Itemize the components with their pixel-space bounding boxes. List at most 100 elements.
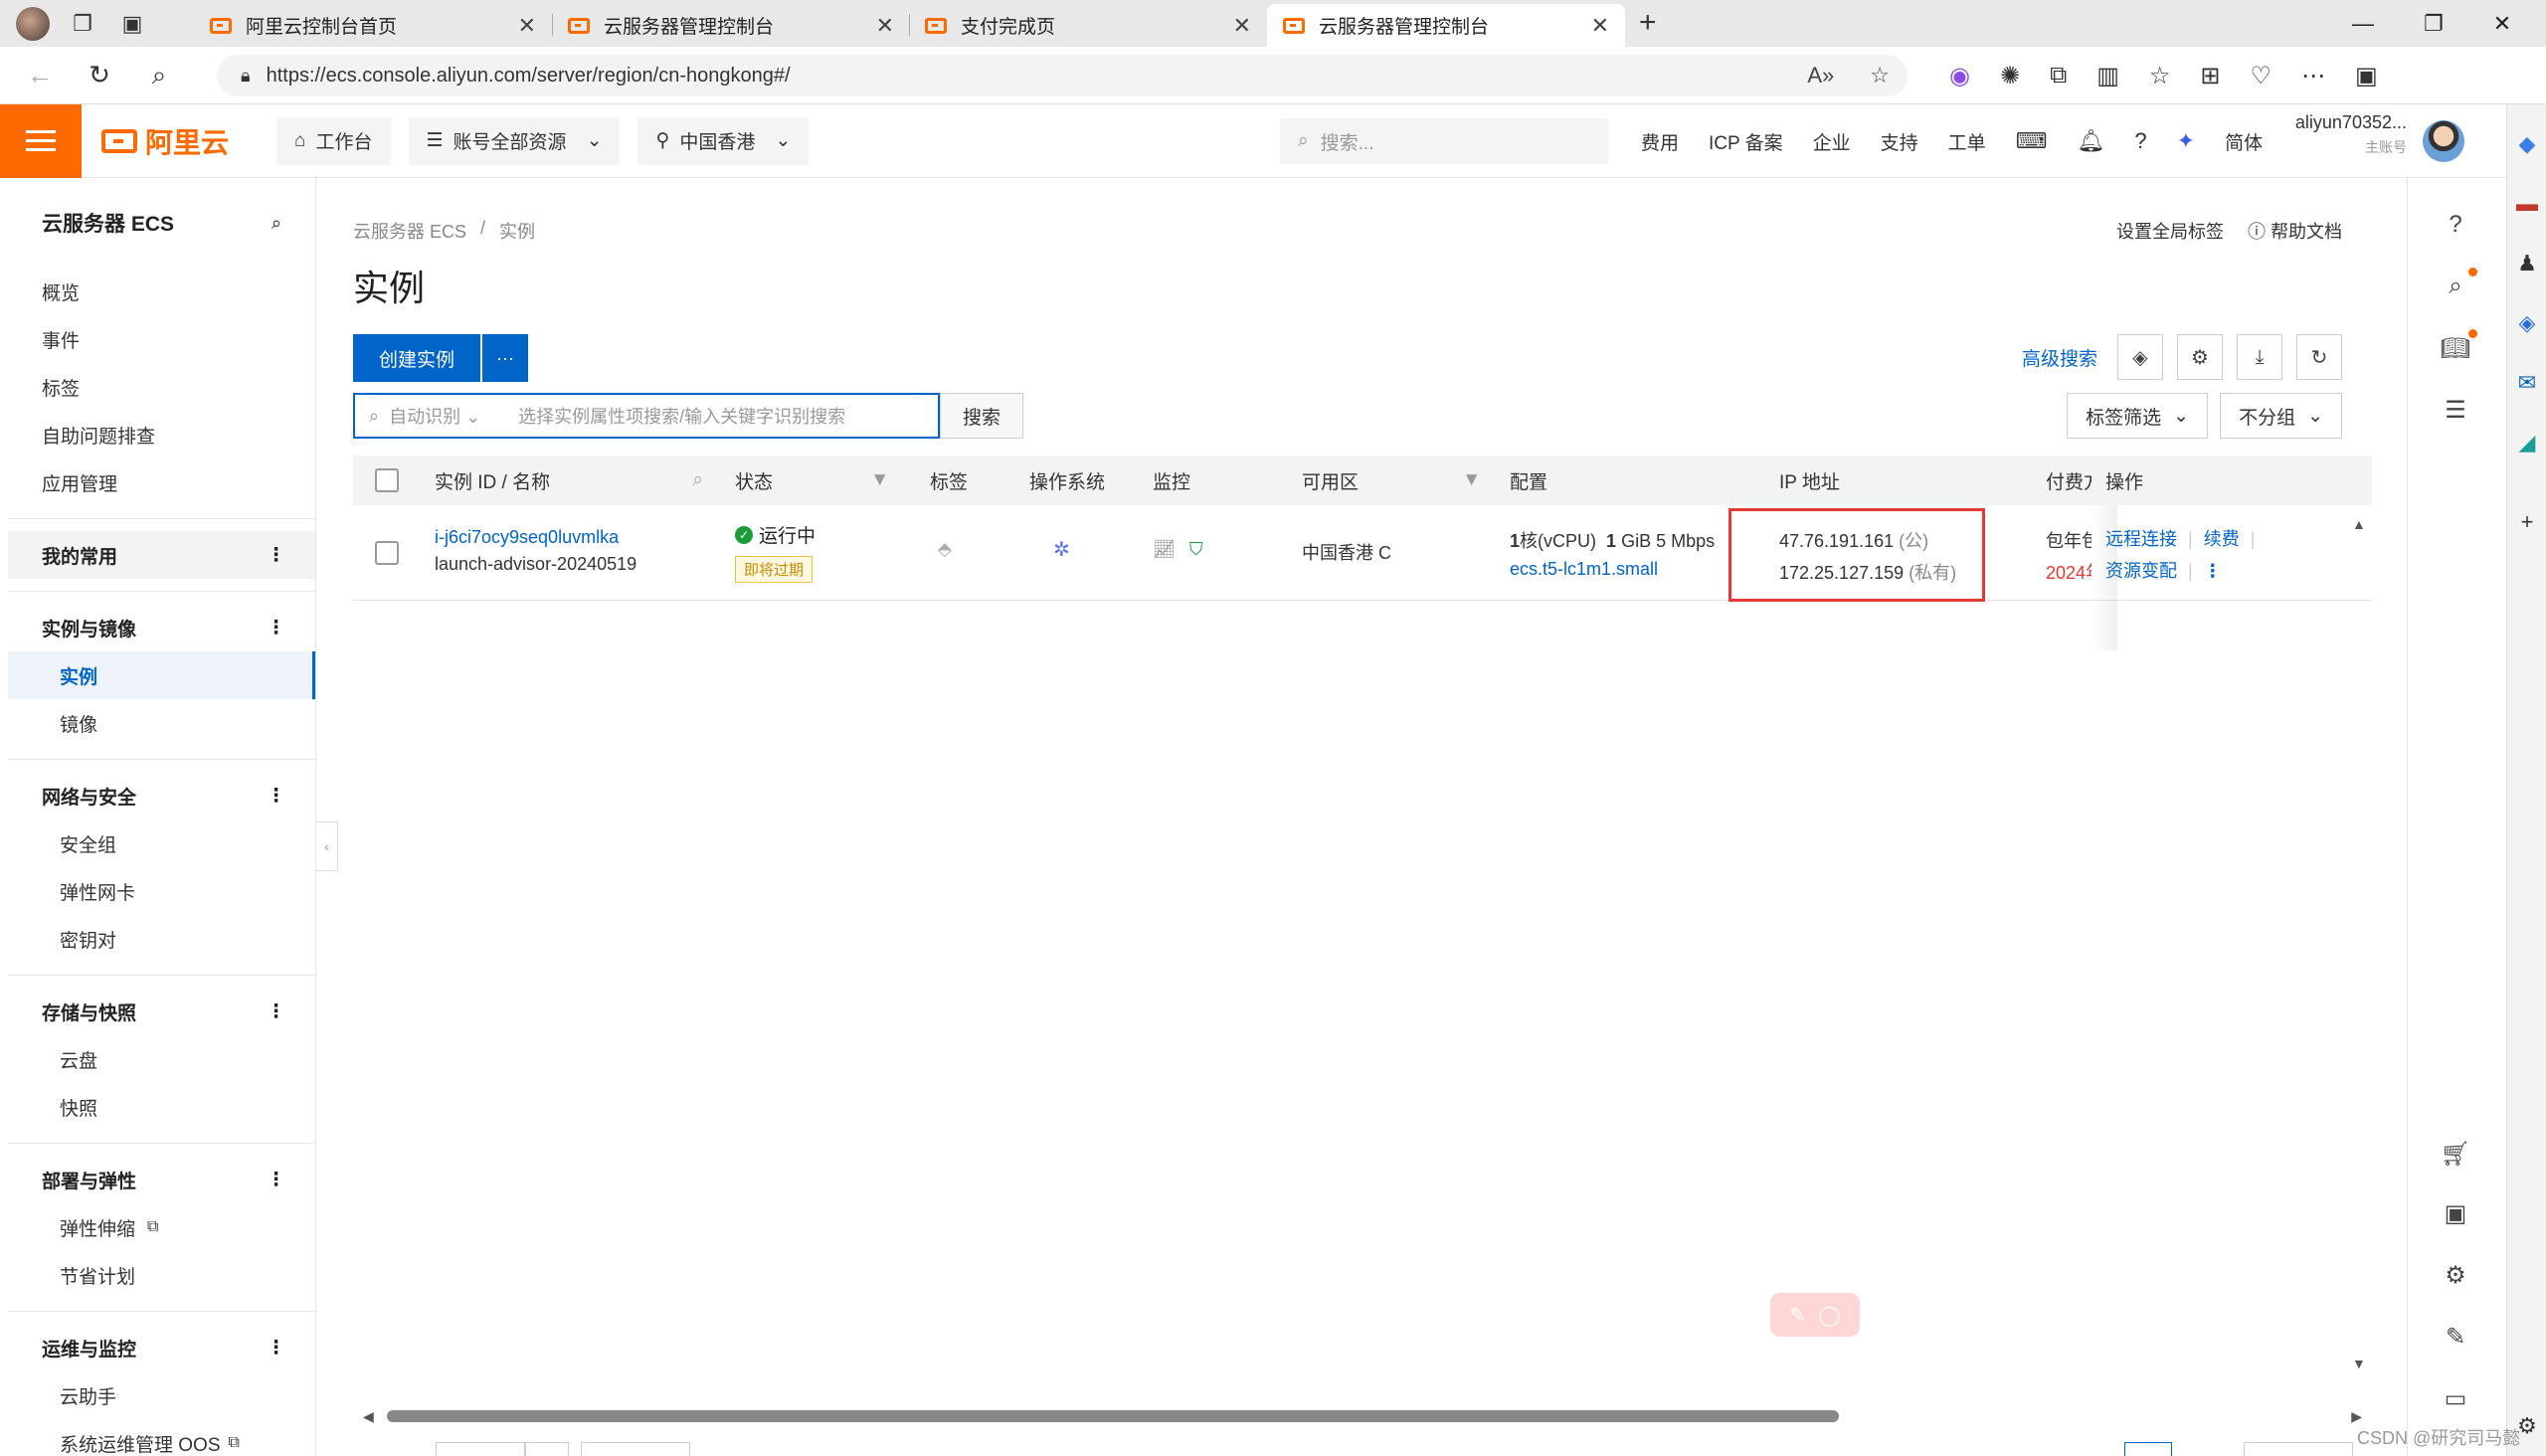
feedback-icon[interactable]: ▭ [2408,1367,2503,1429]
security-shield-icon[interactable]: ⛉ [1189,539,1203,560]
url-field[interactable]: 🔒︎ https://ecs.console.aliyun.com/server… [217,55,1908,96]
sidebar-item-apps[interactable]: 应用管理 [8,458,315,506]
select-all-checkbox[interactable] [375,455,399,505]
browser-tab-1[interactable]: 阿里云控制台首页 ✕ [194,4,552,47]
instance-search-input[interactable]: ⌕ 自动识别 ⌄ 选择实例属性项搜索/输入关键字识别搜索 [353,393,940,439]
scroll-up-arrow-icon[interactable]: ▲ [2352,516,2366,532]
workbench-button[interactable]: ⌂ 工作台 [276,116,391,165]
aliyun-logo[interactable]: 阿里云 [101,121,251,161]
edit-pen-icon[interactable]: ✎ [2408,1306,2503,1367]
sidebar-item-savings-plan[interactable]: 节省计划 [8,1251,315,1299]
tag-icon[interactable]: ⬘ [938,539,952,560]
filter-funnel-icon[interactable]: ▼ [1462,469,1481,491]
user-avatar[interactable] [2423,120,2464,162]
create-instance-button[interactable]: 创建实例 [353,334,481,382]
advanced-search-link[interactable]: 高级搜索 [2022,344,2097,371]
pagination-size[interactable] [436,1442,525,1456]
sidebar-item-instances[interactable]: 实例 [8,651,315,699]
cost-calculator-icon[interactable]: ▣ [2408,1183,2503,1244]
sidebar-search-icon[interactable]: ⌕ [272,213,281,234]
pagination-select[interactable] [525,1442,569,1456]
outlook-icon[interactable]: ✉ [2507,363,2546,403]
extensions-icon[interactable]: ⧉ [2050,62,2067,90]
tag-icon[interactable]: ◆ [2507,124,2546,164]
download-icon[interactable]: ⤓ [2237,334,2282,380]
search-button[interactable]: 搜索 [940,393,1023,439]
sidebar-group-storage-snapshots[interactable]: 存储与快照 ⋮ [8,988,315,1035]
instance-id-link[interactable]: i-j6ci7ocy9seq0luvmlka [435,527,636,548]
sidebar-group-instances-images[interactable]: 实例与镜像 ⋮ [8,604,315,651]
sidebar-collapse-handle[interactable]: ‹ [316,821,338,871]
new-tab-button[interactable]: + [1639,6,1657,40]
sidebar-item-eni[interactable]: 弹性网卡 [8,867,315,915]
sidebar-item-disks[interactable]: 云盘 [8,1035,315,1083]
minimize-icon[interactable]: — [2352,11,2374,37]
copilot-icon[interactable]: ◉ [1949,62,1970,91]
column-search-icon[interactable]: ⌕ [692,469,703,491]
sidebar-item-autoscaling[interactable]: 弹性伸缩 ⧉ [8,1203,315,1251]
split-screen-icon[interactable]: ▥ [2096,62,2119,91]
row-checkbox[interactable] [375,541,399,565]
sidebar-item-oos[interactable]: 系统运维管理 OOS ⧉ [8,1419,315,1456]
sidebar-item-troubleshoot[interactable]: 自助问题排查 [8,411,315,458]
browser-essentials-icon[interactable]: ♡ [2251,62,2273,91]
close-tab-icon[interactable]: ✕ [1233,13,1251,39]
notes-icon[interactable]: ☰ [2408,379,2503,441]
sidebar-item-images[interactable]: 镜像 [8,699,315,747]
renew-link[interactable]: 续费 [2204,529,2240,549]
menu-hamburger-icon[interactable] [0,103,82,178]
extension-openai-icon[interactable]: ✺ [2000,62,2020,91]
favorites-icon[interactable]: ☆ [2149,62,2171,91]
sidebar-group-deploy-elastic[interactable]: 部署与弹性 ⋮ [8,1156,315,1203]
cart-icon[interactable]: 🛒︎ [2408,1123,2503,1184]
sidebar-group-favorites[interactable]: 我的常用 ⋮ [8,531,315,579]
sidebar-item-tags[interactable]: 标签 [8,363,315,411]
sidebar-item-cloud-assistant[interactable]: 云助手 [8,1371,315,1419]
pagination-info[interactable] [581,1442,690,1456]
floating-assistant-widget[interactable]: ✎ ◯ [1770,1293,1860,1337]
favorite-star-icon[interactable]: ☆ [1870,63,1890,89]
nav-link-icp[interactable]: ICP 备案 [1709,128,1783,155]
change-spec-link[interactable]: 资源变配 [2105,561,2177,581]
cloud-shell-icon[interactable]: ⌨ [2016,128,2048,154]
sidebar-item-keypairs[interactable]: 密钥对 [8,915,315,963]
nav-link-fees[interactable]: 费用 [1641,128,1679,155]
more-menu-icon[interactable]: ⋯ [2301,62,2325,91]
read-aloud-icon[interactable]: A» [1807,63,1834,89]
collections-icon[interactable]: ⊞ [2200,62,2220,91]
search-icon[interactable]: ⌕ [2408,256,2503,317]
close-tab-icon[interactable]: ✕ [876,13,894,39]
monitoring-chart-icon[interactable]: 📈︎ [1153,539,1176,560]
breadcrumb-ecs[interactable]: 云服务器 ECS [353,218,466,244]
pagination-jump[interactable] [2244,1442,2353,1456]
group-by-dropdown[interactable]: 不分组 ⌄ [2220,393,2342,439]
tag-filter-dropdown[interactable]: 标签筛选 ⌄ [2067,393,2209,439]
office-icon[interactable]: ◈ [2507,303,2546,343]
kebab-menu-icon[interactable]: ⋮ [267,1337,285,1360]
scroll-down-arrow-icon[interactable]: ▼ [2352,1356,2366,1371]
sidebar-group-ops-monitoring[interactable]: 运维与监控 ⋮ [8,1324,315,1371]
nav-link-support[interactable]: 支持 [1881,128,1918,155]
sidebar-group-network-security[interactable]: 网络与安全 ⋮ [8,772,315,819]
notification-bell-icon[interactable]: 🔔︎ [2077,128,2104,154]
more-actions-kebab-icon[interactable]: ⋮ [2204,561,2222,581]
sidebar-item-overview[interactable]: 概览 [8,268,315,315]
search-icon[interactable]: ⌕ [129,47,189,104]
tab-actions-icon[interactable]: ▣ [107,0,157,47]
sidebar-item-events[interactable]: 事件 [8,315,315,363]
close-tab-icon[interactable]: ✕ [1591,13,1609,39]
filter-funnel-icon[interactable]: ▼ [870,469,889,491]
help-docs-link[interactable]: ⓘ 帮助文档 [2248,218,2342,244]
language-switch[interactable]: 简体 [2225,128,2263,155]
help-icon[interactable]: ? [2134,128,2146,154]
table-vertical-scrollbar[interactable]: ▲ ▼ [2348,516,2372,1371]
scroll-right-arrow-icon[interactable]: ▶ [2351,1408,2362,1425]
more-create-options-button[interactable]: ··· [482,334,529,382]
scroll-left-arrow-icon[interactable]: ◀ [363,1408,374,1425]
region-dropdown[interactable]: ⚲ 中国香港 ⌄ [637,116,810,165]
table-horizontal-scrollbar[interactable]: ◀ ▶ [353,1403,2372,1429]
kebab-menu-icon[interactable]: ⋮ [267,1001,285,1023]
restore-icon[interactable]: ❐ [2424,11,2444,37]
browser-tab-2[interactable]: 云服务器管理控制台 ✕ [552,4,910,47]
pagination-current-page[interactable] [2124,1442,2172,1456]
